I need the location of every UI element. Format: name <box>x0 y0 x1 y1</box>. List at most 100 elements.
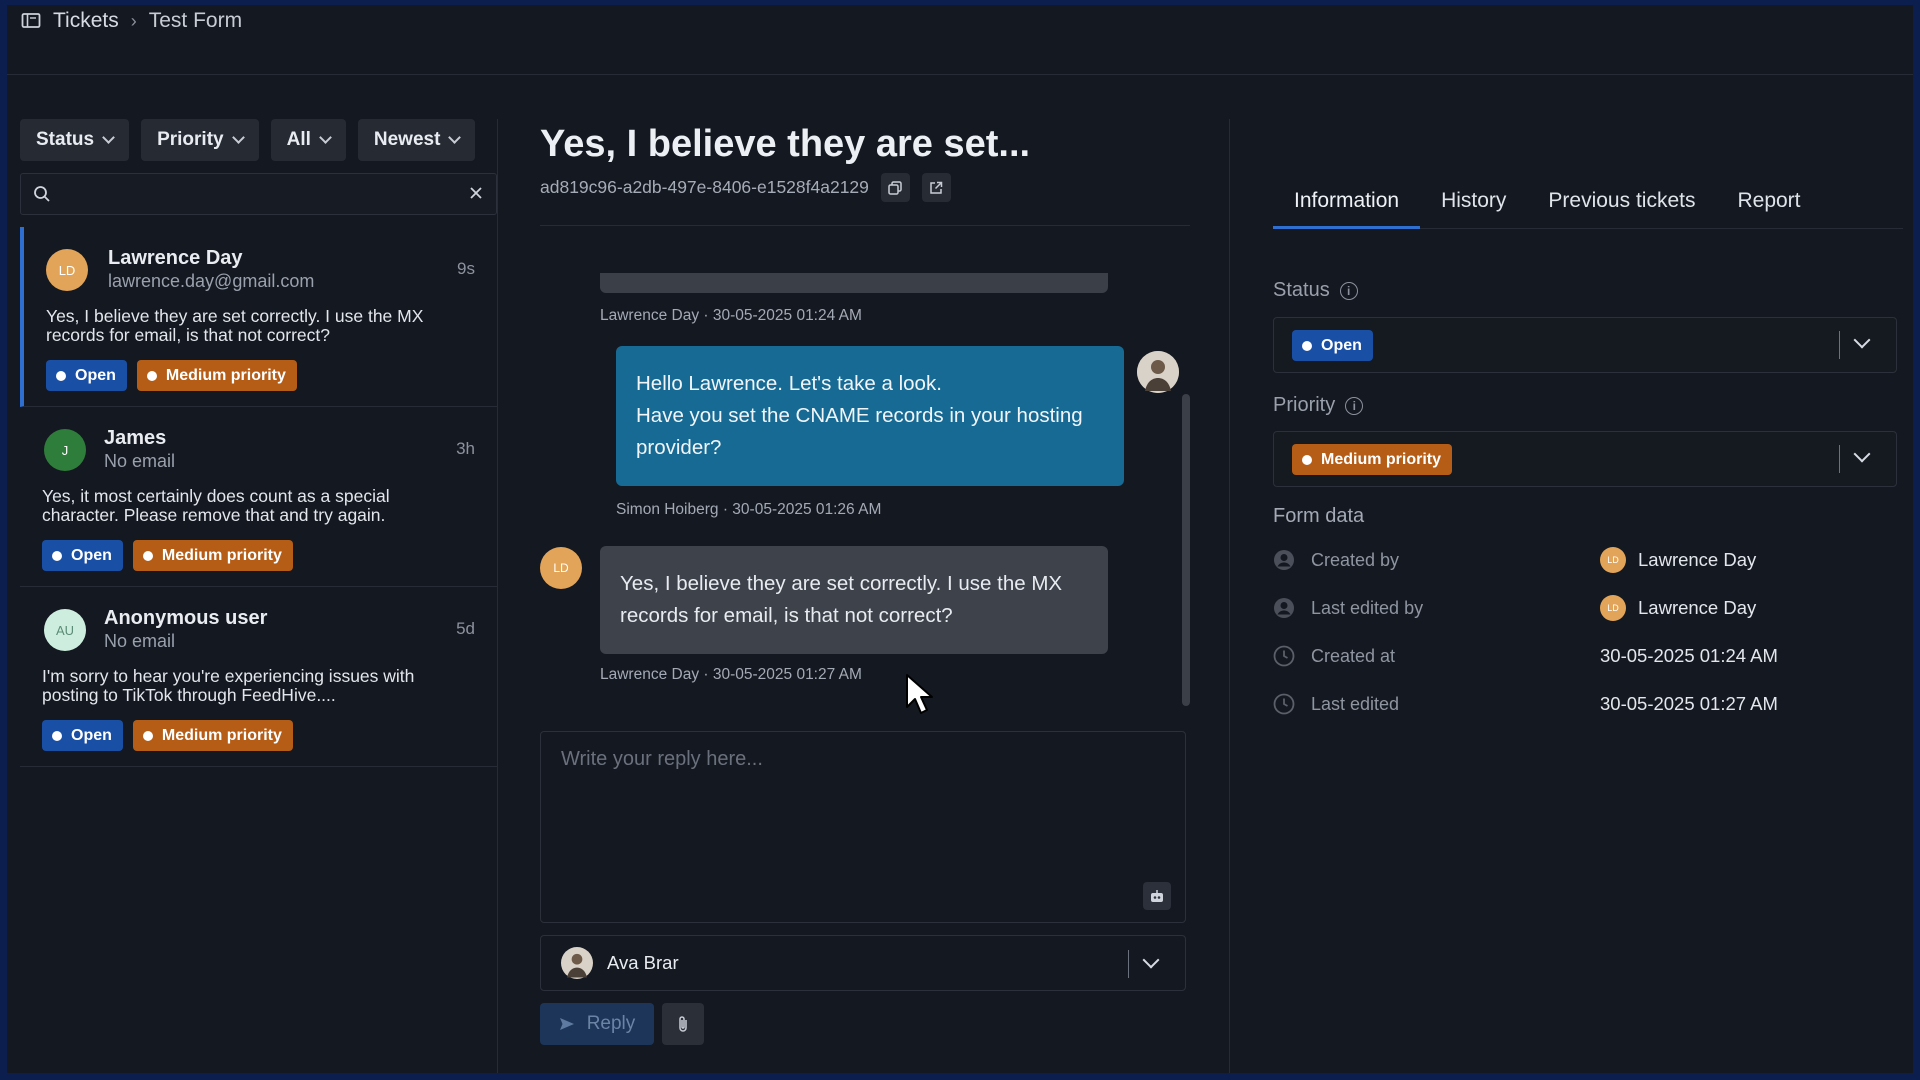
app-window: Tickets › Test Form Status Priority All … <box>7 5 1913 1073</box>
message-thread: Lawrence Day · 30-05-2025 01:24 AM Hello… <box>540 269 1190 709</box>
send-icon <box>559 1018 574 1030</box>
dot-icon <box>56 370 66 381</box>
chevron-right-icon: › <box>130 10 137 31</box>
priority-badge-label: Medium priority <box>165 366 286 384</box>
ticket-badges: Open Medium priority <box>46 360 297 391</box>
status-badge-label: Open <box>75 366 116 384</box>
dot-icon <box>142 550 153 561</box>
breadcrumb-tickets-link[interactable]: Tickets <box>53 9 119 33</box>
search-icon <box>33 185 51 208</box>
chevron-down-icon <box>102 131 115 144</box>
ticket-list-panel: Status Priority All Newest LD Lawrence D… <box>20 119 498 1073</box>
avatar-initials: J <box>61 442 69 458</box>
form-data-key-label: Created by <box>1311 549 1400 570</box>
status-filter-button[interactable]: Status <box>20 119 130 161</box>
avatar-initials: LD <box>1607 555 1619 565</box>
message-meta: Lawrence Day · 30-05-2025 01:27 AM <box>600 666 862 683</box>
scope-filter-label: All <box>286 129 311 150</box>
dot-icon <box>1302 340 1312 351</box>
top-bar: Tickets › Test Form <box>7 5 1913 75</box>
form-data-row: Last edited by LD Lawrence Day <box>1273 593 1903 623</box>
ticket-list: LD Lawrence Day lawrence.day@gmail.com 9… <box>20 227 497 767</box>
tab-information[interactable]: Information <box>1273 181 1421 229</box>
ticket-preview: Yes, I believe they are set correctly. I… <box>46 307 424 345</box>
dot-icon <box>52 730 62 741</box>
status-badge: Open <box>42 540 123 571</box>
ticket-requester-email: No email <box>104 631 176 651</box>
info-icon[interactable]: i <box>1339 281 1358 300</box>
assignee-name: Ava Brar <box>607 952 679 973</box>
avatar: LD <box>540 547 582 589</box>
avatar-initials: LD <box>1607 603 1619 613</box>
reply-button-label: Reply <box>586 1013 636 1034</box>
chevron-down-icon[interactable] <box>1142 951 1160 969</box>
reply-button[interactable]: Reply <box>540 1003 654 1045</box>
close-icon[interactable] <box>468 185 484 206</box>
search-input[interactable] <box>63 174 456 214</box>
tab-report[interactable]: Report <box>1716 181 1821 229</box>
open-external-button[interactable] <box>921 173 951 202</box>
ticket-badges: Open Medium priority <box>42 720 293 751</box>
avatar-initials: LD <box>58 262 76 278</box>
scrollbar[interactable] <box>1182 394 1190 706</box>
attach-button[interactable] <box>662 1003 704 1045</box>
ticket-requester-email: lawrence.day@gmail.com <box>108 271 315 291</box>
tab-history[interactable]: History <box>1420 181 1527 229</box>
status-select[interactable]: Open <box>1273 317 1897 373</box>
status-badge-label: Open <box>1321 336 1362 354</box>
ticket-list-item[interactable]: AU Anonymous user No email 5d I'm sorry … <box>20 587 497 767</box>
status-field-label: Status i <box>1273 279 1358 302</box>
ai-assist-button[interactable] <box>1143 882 1171 910</box>
tab-bar: Information History Previous tickets Rep… <box>1273 181 1903 229</box>
external-link-icon <box>930 181 943 194</box>
conversation-panel: Yes, I believe they are set... ad819c96-… <box>540 119 1190 1073</box>
scope-filter-button[interactable]: All <box>270 119 346 161</box>
avatar: AU <box>44 609 86 651</box>
reply-actions: Reply <box>540 1003 704 1045</box>
sort-label: Newest <box>373 129 441 150</box>
status-badge-label: Open <box>71 726 112 744</box>
ticket-requester-email: No email <box>104 451 176 471</box>
breadcrumb: Tickets › Test Form <box>21 9 242 33</box>
chevron-down-icon[interactable] <box>1853 331 1871 349</box>
ticket-list-item[interactable]: LD Lawrence Day lawrence.day@gmail.com 9… <box>20 227 497 407</box>
reply-editor <box>540 731 1186 923</box>
tickets-icon <box>21 12 41 30</box>
form-data-row: Last edited 30-05-2025 01:27 AM <box>1273 689 1903 719</box>
status-badge-label: Open <box>71 546 112 564</box>
info-icon[interactable]: i <box>1345 396 1364 415</box>
form-data-key-label: Created at <box>1311 645 1396 666</box>
reply-input[interactable] <box>541 732 1185 922</box>
dot-icon <box>142 730 153 741</box>
priority-badge-label: Medium priority <box>1321 450 1442 468</box>
ticket-id-row: ad819c96-a2db-497e-8406-e1528f4a2129 <box>540 173 951 202</box>
status-badge: Open <box>46 360 127 391</box>
form-data-row: Created by LD Lawrence Day <box>1273 545 1903 575</box>
priority-select[interactable]: Medium priority <box>1273 431 1897 487</box>
ticket-list-item[interactable]: J James No email 3h Yes, it most certain… <box>20 407 497 587</box>
chevron-down-icon[interactable] <box>1853 445 1871 463</box>
chevron-down-icon <box>319 131 332 144</box>
avatar: LD <box>1600 547 1626 573</box>
priority-badge: Medium priority <box>132 720 293 751</box>
ticket-requester-name: Lawrence Day <box>108 247 243 269</box>
mouse-cursor-icon <box>905 673 935 720</box>
divider <box>1839 445 1840 473</box>
dot-icon <box>1302 454 1312 465</box>
priority-badge-label: Medium priority <box>161 726 282 744</box>
assignee-select[interactable]: Ava Brar <box>540 935 1186 991</box>
avatar <box>561 947 593 979</box>
copy-id-button[interactable] <box>880 173 910 202</box>
sort-button[interactable]: Newest <box>357 119 476 161</box>
form-data-value: LD Lawrence Day <box>1600 595 1756 621</box>
clock-icon <box>1273 645 1295 667</box>
form-data-key-label: Last edited <box>1311 693 1400 714</box>
avatar-initials: LD <box>553 561 569 575</box>
tab-previous-tickets[interactable]: Previous tickets <box>1527 181 1716 229</box>
priority-field-label: Priority i <box>1273 394 1364 417</box>
priority-filter-button[interactable]: Priority <box>141 119 259 161</box>
message-meta: Lawrence Day · 30-05-2025 01:24 AM <box>600 307 862 324</box>
priority-badge: Medium priority <box>132 540 293 571</box>
avatar-initials: AU <box>55 622 75 638</box>
ticket-requester-name: James <box>104 427 167 449</box>
